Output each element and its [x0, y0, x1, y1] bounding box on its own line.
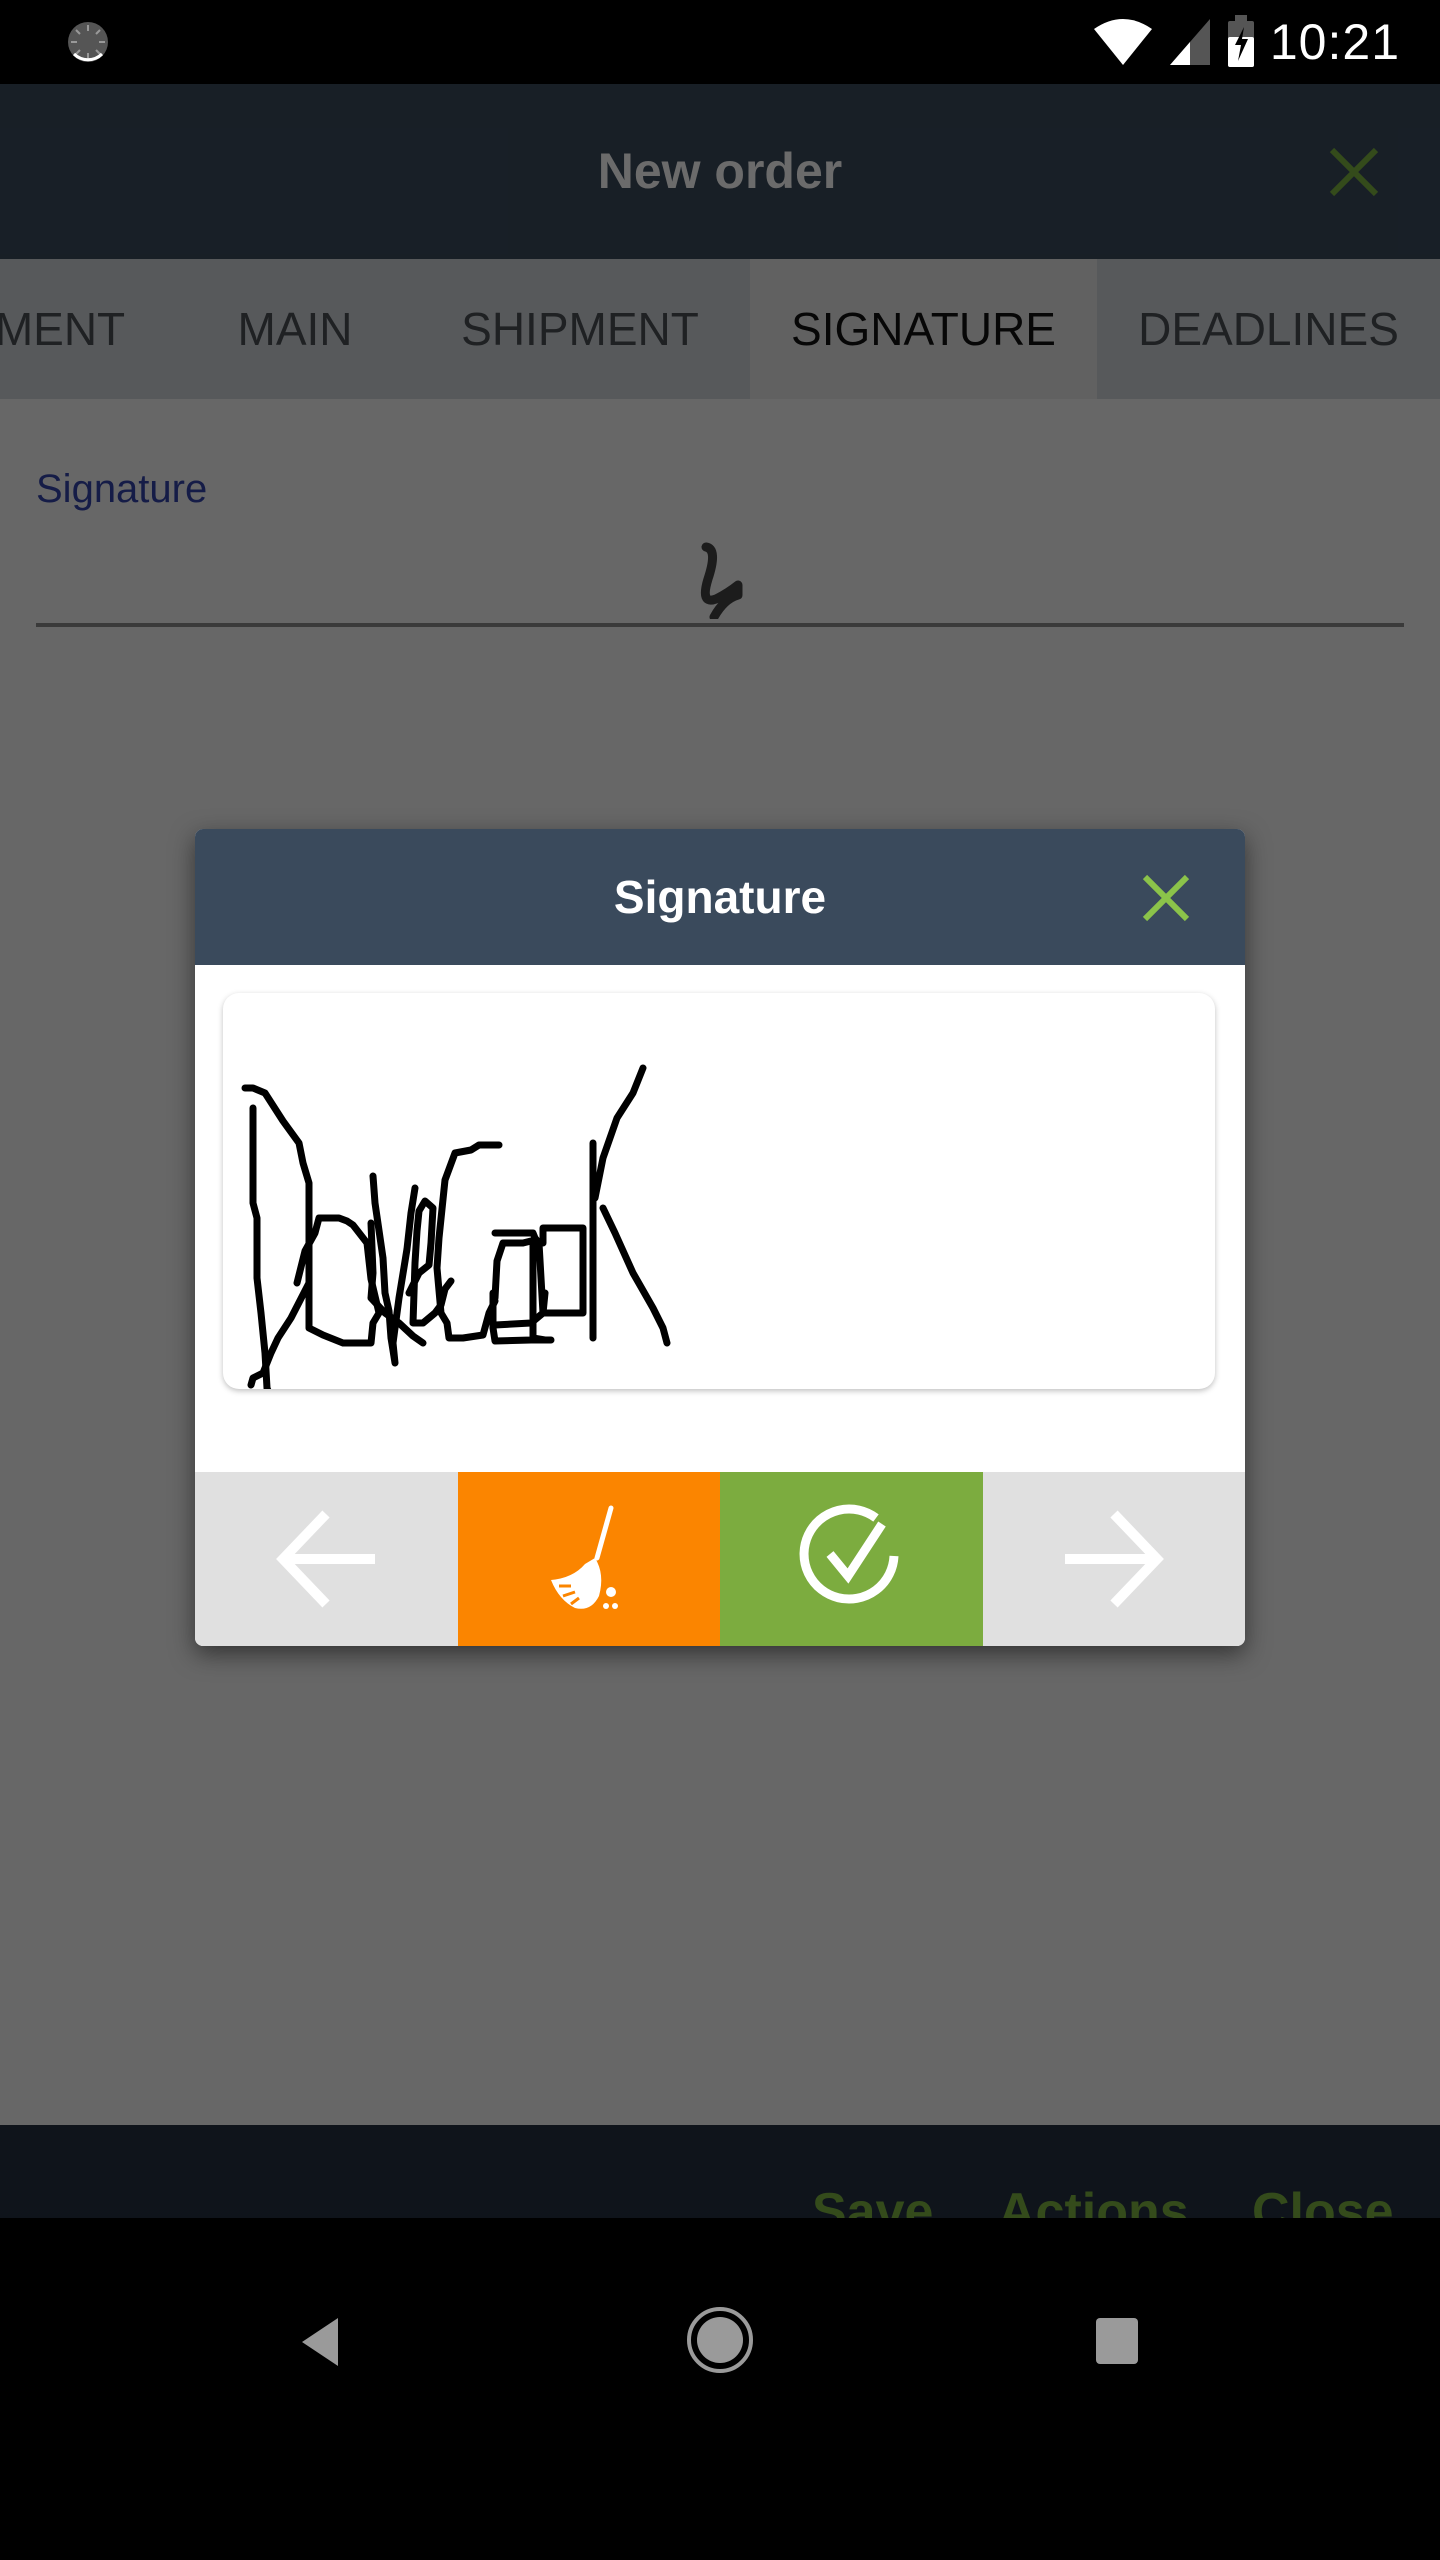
back-icon[interactable]	[298, 2316, 340, 2368]
cell-signal-icon	[1169, 19, 1210, 65]
dialog-header: Signature	[195, 829, 1245, 965]
arrow-left-icon	[276, 1510, 376, 1608]
next-button[interactable]	[982, 1472, 1245, 1646]
check-circle-icon	[799, 1504, 899, 1604]
clock: 10:21	[1269, 14, 1400, 70]
system-nav-bar	[0, 2218, 1440, 2560]
signature-dialog: Signature	[195, 829, 1245, 1646]
status-icons: 10:21	[1092, 12, 1400, 72]
signature-drawing	[241, 1064, 671, 1389]
recents-icon[interactable]	[1096, 2318, 1138, 2364]
signature-pad[interactable]	[223, 993, 1215, 1389]
status-bar: 10:21	[0, 0, 1440, 84]
arrow-right-icon	[1064, 1510, 1164, 1608]
close-icon[interactable]	[1139, 871, 1193, 925]
dialog-action-row	[195, 1472, 1245, 1646]
home-icon[interactable]	[686, 2306, 754, 2374]
wifi-icon	[1093, 19, 1152, 65]
battery-charging-icon	[1227, 15, 1254, 67]
sync-icon	[68, 22, 108, 62]
confirm-button[interactable]	[720, 1472, 983, 1646]
broom-icon	[550, 1505, 618, 1609]
previous-button[interactable]	[195, 1472, 458, 1646]
clear-button[interactable]	[457, 1472, 720, 1646]
dialog-title: Signature	[613, 871, 827, 923]
